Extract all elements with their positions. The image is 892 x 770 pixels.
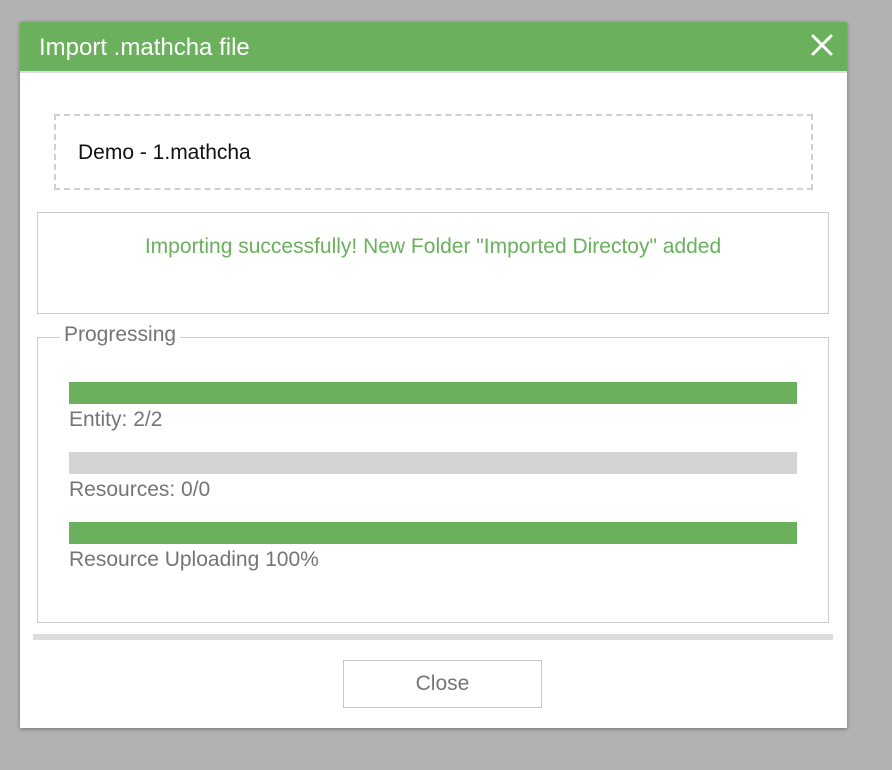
entity-progress-fill (69, 382, 797, 404)
progress-legend: Progressing (60, 323, 181, 347)
close-button[interactable]: Close (343, 660, 542, 708)
resources-progress-bar (69, 452, 797, 474)
file-drop-zone[interactable]: Demo - 1.mathcha (54, 114, 813, 190)
upload-progress-fill (69, 522, 797, 544)
upload-progress-label: Resource Uploading 100% (69, 548, 319, 571)
file-name: Demo - 1.mathcha (78, 141, 251, 164)
close-x-icon[interactable] (809, 32, 835, 58)
status-panel: Importing successfully! New Folder "Impo… (37, 212, 829, 314)
entity-progress-label: Entity: 2/2 (69, 408, 163, 431)
dialog-titlebar: Import .mathcha file (20, 22, 847, 73)
resources-progress-label: Resources: 0/0 (69, 478, 211, 501)
entity-progress-bar (69, 382, 797, 404)
status-message: Importing successfully! New Folder "Impo… (144, 235, 722, 258)
progress-panel: Progressing Entity: 2/2 Resources: 0/0 R… (37, 323, 829, 623)
dialog-title: Import .mathcha file (39, 34, 250, 61)
import-dialog: Import .mathcha file Demo - 1.mathcha Im… (20, 22, 847, 728)
upload-progress-bar (69, 522, 797, 544)
footer-divider (33, 634, 833, 640)
